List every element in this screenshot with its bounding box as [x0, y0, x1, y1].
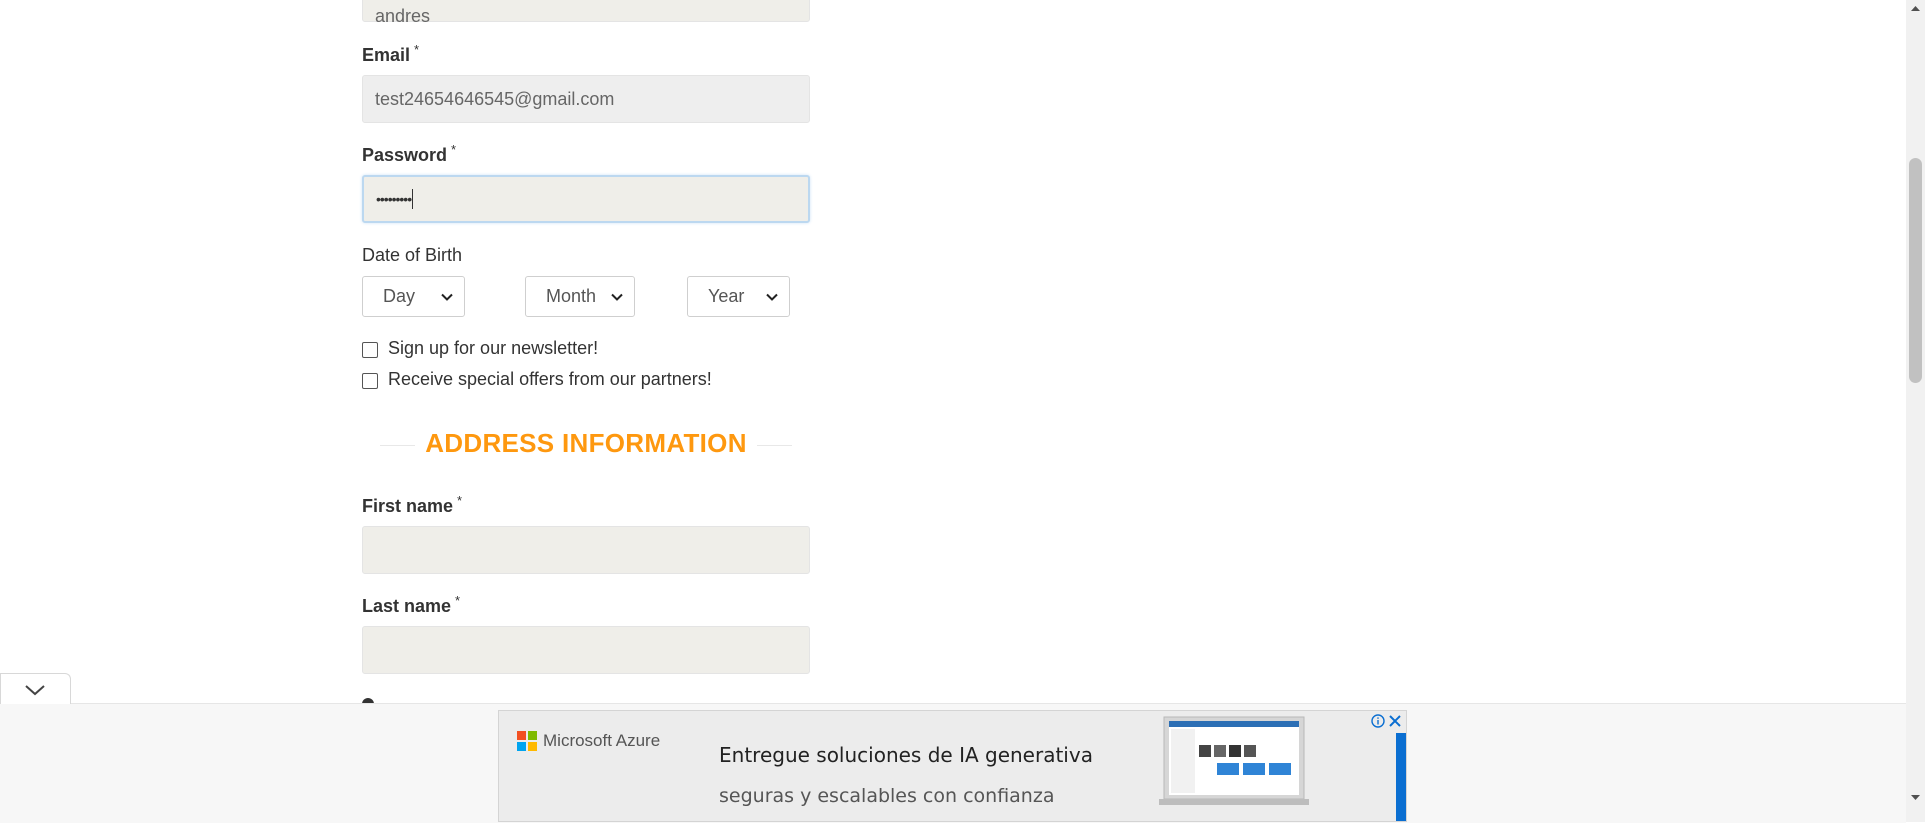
ad-subline: seguras y escalables con confianza	[719, 785, 1055, 807]
month-select-value: Month	[546, 286, 597, 306]
scroll-down-icon[interactable]	[1910, 792, 1921, 803]
year-select[interactable]: Year	[687, 276, 790, 317]
chevron-down-icon	[25, 685, 45, 696]
address-section-title: ADDRESS INFORMATION	[362, 428, 810, 459]
chevron-down-icon	[766, 293, 778, 301]
last-name-label: Last name *	[362, 593, 461, 617]
month-select[interactable]: Month	[525, 276, 635, 317]
scroll-up-icon[interactable]	[1910, 3, 1921, 14]
day-select[interactable]: Day	[362, 276, 465, 317]
email-field[interactable]: test24654646545@gmail.com	[362, 75, 810, 123]
password-label: Password *	[362, 142, 457, 166]
email-label: Email *	[362, 42, 420, 66]
first-name-label-text: First name	[362, 496, 454, 516]
chevron-down-icon	[611, 293, 623, 301]
chevron-down-icon	[441, 293, 453, 301]
offers-label[interactable]: Receive special offers from our partners…	[388, 369, 712, 390]
offers-checkbox[interactable]	[362, 373, 378, 389]
name-value: andres	[375, 5, 431, 26]
first-name-input[interactable]	[362, 526, 810, 574]
scrollbar[interactable]	[1906, 0, 1925, 822]
day-select-value: Day	[383, 286, 416, 306]
ad-accent-bar	[1396, 733, 1406, 821]
dob-label: Date of Birth	[362, 245, 463, 265]
microsoft-logo-icon	[517, 731, 537, 751]
newsletter-checkbox[interactable]	[362, 342, 378, 358]
info-icon[interactable]	[1371, 714, 1385, 728]
newsletter-label[interactable]: Sign up for our newsletter!	[388, 338, 598, 359]
password-field[interactable]: •••••••••	[362, 175, 810, 223]
text-cursor	[412, 189, 414, 209]
ad-headline: Entregue soluciones de IA generativa	[719, 743, 1093, 767]
password-label-text: Password	[362, 145, 448, 165]
year-select-value: Year	[708, 286, 745, 306]
password-value: •••••••••	[376, 191, 412, 207]
required-mark: *	[455, 593, 461, 608]
scrollbar-thumb[interactable]	[1909, 158, 1922, 383]
required-mark: *	[457, 493, 463, 508]
ad-brand: Microsoft Azure	[543, 731, 661, 750]
first-name-label: First name *	[362, 493, 463, 517]
laptop-illustration	[1159, 716, 1309, 805]
email-value: test24654646545@gmail.com	[375, 88, 615, 109]
last-name-input[interactable]	[362, 626, 810, 674]
address-section-title-text: ADDRESS INFORMATION	[415, 428, 757, 458]
close-icon[interactable]	[1388, 714, 1402, 728]
ad-banner[interactable]: Microsoft Azure Entregue soluciones de I…	[498, 710, 1407, 822]
name-input[interactable]: andres	[362, 0, 810, 26]
ad-collapse-button[interactable]	[0, 673, 71, 704]
last-name-label-text: Last name	[362, 596, 452, 616]
email-label-text: Email	[362, 45, 411, 65]
required-mark: *	[451, 142, 457, 157]
required-mark: *	[414, 42, 420, 57]
